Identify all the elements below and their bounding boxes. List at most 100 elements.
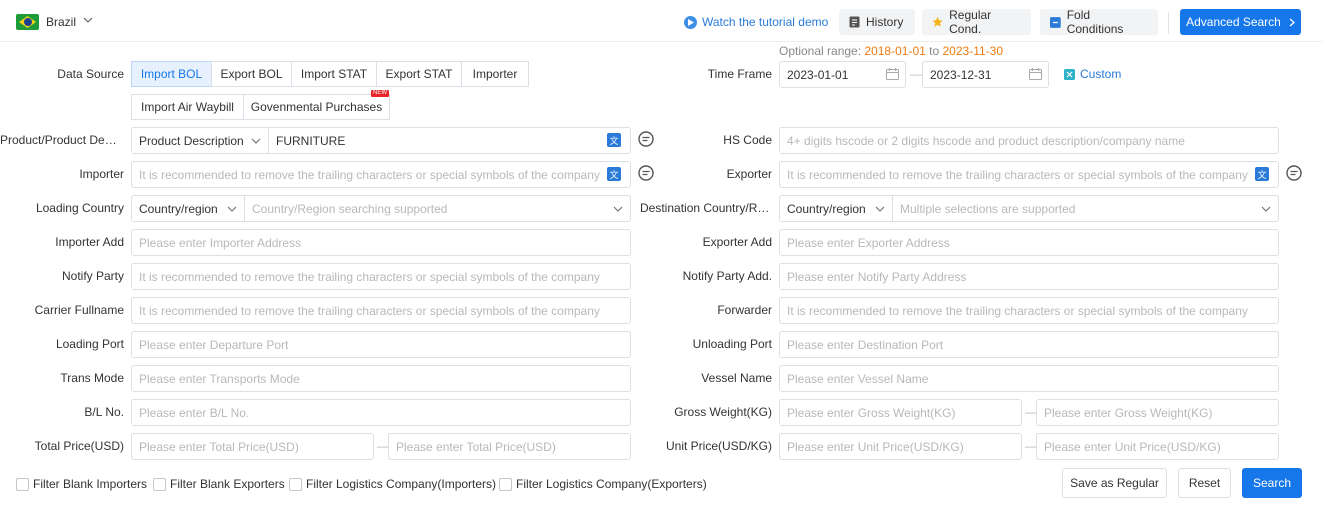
unloading-port-placeholder: Please enter Destination Port [787, 337, 944, 352]
translate-icon[interactable]: 文 [1255, 167, 1269, 181]
exporter-add-label: Exporter Add [702, 235, 772, 249]
total-price-label: Total Price(USD) [34, 439, 124, 453]
tab-import-air-waybill[interactable]: Import Air Waybill [131, 94, 244, 120]
exporter-add-input[interactable]: Please enter Exporter Address [779, 229, 1279, 256]
importer-add-label: Importer Add [55, 235, 124, 249]
translate-icon[interactable]: 文 [607, 167, 621, 181]
filter-blank-exporters-checkbox[interactable]: Filter Blank Exporters [153, 477, 285, 491]
fold-conditions-button[interactable]: Fold Conditions [1040, 8, 1158, 36]
filter-logistics-importers-label: Filter Logistics Company(Importers) [306, 477, 497, 491]
tab-importer[interactable]: Importer [461, 61, 529, 87]
translate-icon[interactable]: 文 [607, 133, 621, 147]
forwarder-input[interactable]: It is recommended to remove the trailing… [779, 297, 1279, 324]
new-badge: NEW [371, 90, 389, 97]
notify-party-input[interactable]: It is recommended to remove the trailing… [131, 263, 631, 290]
checkbox-box[interactable] [289, 477, 302, 491]
gross-weight-min-input[interactable]: Please enter Gross Weight(KG) [779, 399, 1022, 426]
unit-price-min-input[interactable]: Please enter Unit Price(USD/KG) [779, 433, 1022, 460]
unit-price-min-placeholder: Please enter Unit Price(USD/KG) [787, 439, 964, 454]
forwarder-label: Forwarder [717, 303, 772, 317]
tab-governmental-purchases-label: Govenmental Purchases [250, 100, 383, 114]
tab-import-bol[interactable]: Import BOL [131, 61, 212, 87]
total-price-min-placeholder: Please enter Total Price(USD) [139, 439, 299, 454]
custom-icon [1064, 68, 1075, 80]
tutorial-link[interactable]: Watch the tutorial demo [684, 14, 828, 30]
brazil-flag-icon[interactable] [16, 14, 39, 30]
importer-add-placeholder: Please enter Importer Address [139, 235, 302, 250]
loading-port-input[interactable]: Please enter Departure Port [131, 331, 631, 358]
bl-no-input[interactable]: Please enter B/L No. [131, 399, 631, 426]
history-button-label: History [866, 15, 904, 29]
header-bar: Brazil Watch the tutorial demo History R… [0, 0, 1323, 42]
product-label: Product/Product Description [0, 133, 122, 147]
forwarder-placeholder: It is recommended to remove the trailing… [787, 303, 1248, 318]
tab-governmental-purchases[interactable]: Govenmental Purchases NEW [243, 90, 390, 120]
optional-range: Optional range: 2018-01-01 to 2023-11-30 [779, 44, 1003, 58]
unit-price-max-input[interactable]: Please enter Unit Price(USD/KG) [1036, 433, 1279, 460]
destination-country-type-value: Country/region [787, 201, 866, 216]
country-selector[interactable]: Brazil [46, 15, 76, 29]
regular-cond-button[interactable]: Regular Cond. [922, 8, 1031, 36]
checkbox-box[interactable] [16, 477, 29, 491]
loading-country-type-select[interactable]: Country/region [131, 195, 245, 222]
filter-blank-importers-label: Filter Blank Importers [33, 477, 148, 491]
product-type-select[interactable]: Product Description [131, 127, 269, 154]
gross-weight-label: Gross Weight(KG) [674, 405, 772, 419]
hs-code-label: HS Code [723, 133, 772, 147]
loading-country-type-value: Country/region [139, 201, 218, 216]
optional-range-start: 2018-01-01 [864, 44, 926, 58]
hs-code-placeholder: 4+ digits hscode or 2 digits hscode and … [787, 133, 1185, 148]
tab-import-stat[interactable]: Import STAT [291, 61, 377, 87]
chevron-down-icon [251, 138, 261, 144]
loading-port-placeholder: Please enter Departure Port [139, 337, 289, 352]
destination-country-type-select[interactable]: Country/region [779, 195, 893, 222]
total-price-max-input[interactable]: Please enter Total Price(USD) [388, 433, 631, 460]
total-price-min-input[interactable]: Please enter Total Price(USD) [131, 433, 374, 460]
product-type-value: Product Description [139, 133, 244, 148]
unloading-port-input[interactable]: Please enter Destination Port [779, 331, 1279, 358]
save-as-regular-button[interactable]: Save as Regular [1062, 468, 1167, 498]
chevron-down-icon[interactable] [83, 15, 93, 25]
exporter-input[interactable]: It is recommended to remove the trailing… [779, 161, 1279, 188]
destination-country-label: Destination Country/Region [640, 201, 772, 215]
history-button[interactable]: History [839, 9, 915, 35]
notify-party-placeholder: It is recommended to remove the trailing… [139, 269, 600, 284]
chat-icon[interactable] [1286, 165, 1302, 181]
vessel-name-input[interactable]: Please enter Vessel Name [779, 365, 1279, 392]
filter-blank-exporters-label: Filter Blank Exporters [170, 477, 285, 491]
reset-button[interactable]: Reset [1178, 468, 1231, 498]
star-icon [932, 16, 943, 27]
importer-placeholder: It is recommended to remove the trailing… [139, 167, 600, 182]
checkbox-box[interactable] [499, 477, 512, 491]
tab-export-stat[interactable]: Export STAT [376, 61, 462, 87]
filter-logistics-importers-checkbox[interactable]: Filter Logistics Company(Importers) [289, 477, 496, 491]
trans-mode-input[interactable]: Please enter Transports Mode [131, 365, 631, 392]
search-button[interactable]: Search [1242, 468, 1302, 498]
loading-country-input[interactable]: Country/Region searching supported [244, 195, 631, 222]
calendar-icon [1029, 68, 1042, 80]
bl-no-label: B/L No. [84, 405, 124, 419]
custom-range-label: Custom [1080, 67, 1122, 81]
hs-code-input[interactable]: 4+ digits hscode or 2 digits hscode and … [779, 127, 1279, 154]
destination-country-placeholder: Multiple selections are supported [900, 201, 1076, 216]
custom-range-button[interactable]: Custom [1064, 67, 1121, 81]
filter-logistics-exporters-checkbox[interactable]: Filter Logistics Company(Exporters) [499, 477, 707, 491]
checkbox-box[interactable] [153, 477, 166, 491]
notify-party-add-label: Notify Party Add. [682, 269, 772, 283]
divider [1168, 12, 1169, 34]
loading-port-label: Loading Port [55, 337, 124, 351]
loading-country-placeholder: Country/Region searching supported [252, 201, 448, 216]
chevron-down-icon [875, 206, 885, 212]
importer-add-input[interactable]: Please enter Importer Address [131, 229, 631, 256]
notify-party-add-input[interactable]: Please enter Notify Party Address [779, 263, 1279, 290]
gross-weight-max-input[interactable]: Please enter Gross Weight(KG) [1036, 399, 1279, 426]
carrier-fullname-input[interactable]: It is recommended to remove the trailing… [131, 297, 631, 324]
start-date-value: 2023-01-01 [787, 67, 849, 82]
bl-no-placeholder: Please enter B/L No. [139, 405, 250, 420]
tab-export-bol[interactable]: Export BOL [211, 61, 292, 87]
advanced-search-button[interactable]: Advanced Search [1180, 9, 1301, 35]
filter-blank-importers-checkbox[interactable]: Filter Blank Importers [16, 477, 147, 491]
product-input[interactable]: FURNITURE [268, 127, 631, 154]
destination-country-input[interactable]: Multiple selections are supported [892, 195, 1279, 222]
importer-input[interactable]: It is recommended to remove the trailing… [131, 161, 631, 188]
